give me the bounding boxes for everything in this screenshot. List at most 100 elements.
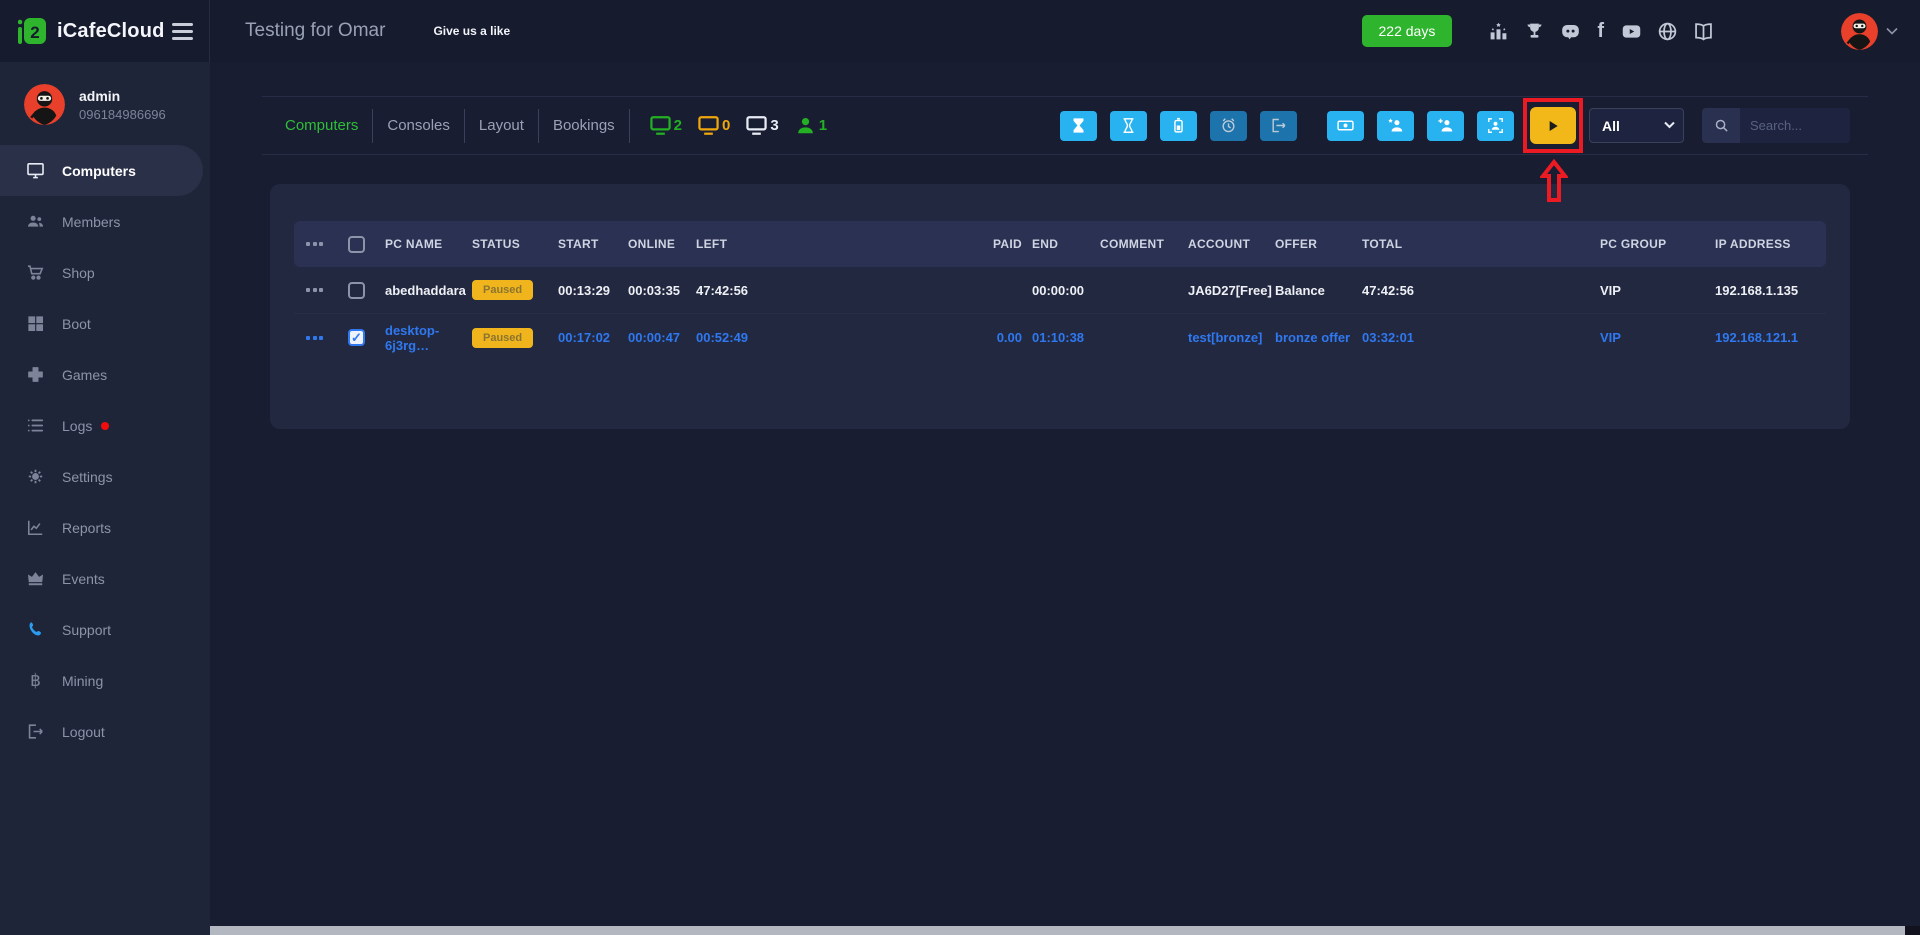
sidebar-item-games[interactable]: Games — [0, 349, 210, 400]
hamburger-menu-icon[interactable] — [172, 19, 193, 44]
header-total[interactable]: TOTAL — [1362, 237, 1600, 251]
youtube-icon[interactable] — [1621, 21, 1642, 42]
sidebar-item-mining[interactable]: ฿ Mining — [0, 655, 210, 706]
account[interactable]: JA6D27[Free] — [1188, 283, 1275, 298]
header-left[interactable]: LEFT — [696, 237, 896, 251]
header-pc-name[interactable]: PC NAME — [385, 237, 472, 251]
sidebar-item-events[interactable]: Events — [0, 553, 210, 604]
globe-icon[interactable] — [1657, 21, 1678, 42]
header-comment[interactable]: COMMENT — [1100, 237, 1188, 251]
tab-bookings[interactable]: Bookings — [539, 117, 629, 134]
header-start[interactable]: START — [558, 237, 628, 251]
row-checkbox[interactable]: ✓ — [348, 329, 365, 346]
row-actions-icon[interactable] — [306, 288, 326, 292]
manual-icon[interactable] — [1693, 21, 1714, 42]
row-actions-icon[interactable] — [306, 335, 326, 340]
search-icon — [1715, 119, 1728, 132]
list-icon — [27, 419, 44, 432]
left-time: 00:52:49 — [696, 330, 749, 345]
sidebar-item-shop[interactable]: Shop — [0, 247, 210, 298]
discord-icon[interactable] — [1560, 21, 1581, 42]
header-end[interactable]: END — [1032, 237, 1100, 251]
horizontal-scrollbar[interactable] — [0, 926, 1920, 935]
cart-icon — [27, 265, 44, 280]
counter-pcs-offline: 3 — [746, 116, 779, 135]
search-icon-button[interactable] — [1702, 108, 1740, 143]
status-badge: Paused — [472, 327, 534, 348]
logout-pc-button[interactable] — [1260, 110, 1297, 141]
sidebar-item-settings[interactable]: Settings — [0, 451, 210, 502]
header-online[interactable]: ONLINE — [628, 237, 696, 251]
trophy-icon[interactable] — [1524, 21, 1545, 42]
monitor-icon — [698, 116, 719, 135]
add-time-button[interactable] — [1110, 110, 1147, 141]
row-actions-icon[interactable] — [306, 242, 326, 246]
user-avatar[interactable] — [24, 84, 65, 125]
sidebar-item-reports[interactable]: Reports — [0, 502, 210, 553]
header-paid[interactable]: PAID — [896, 237, 1022, 251]
sidebar-item-boot[interactable]: Boot — [0, 298, 210, 349]
offer[interactable]: bronze offer — [1275, 330, 1362, 345]
table-header-row: PC NAME STATUS START ONLINE LEFT PAID EN… — [294, 221, 1826, 267]
tab-computers[interactable]: Computers — [285, 117, 372, 134]
scan-account-icon — [1488, 118, 1503, 133]
select-all-checkbox[interactable] — [348, 235, 365, 253]
sidebar-item-logout[interactable]: Logout — [0, 706, 210, 757]
monitor-icon — [746, 116, 768, 135]
logout-icon — [28, 724, 43, 739]
pc-group: VIP — [1600, 330, 1621, 345]
ranking-icon[interactable] — [1488, 21, 1509, 42]
start-pc-button[interactable] — [1530, 107, 1576, 144]
tab-consoles[interactable]: Consoles — [373, 117, 464, 134]
sidebar: admin 096184986696 Computers Members Sho… — [0, 62, 210, 935]
notification-dot — [101, 421, 110, 430]
member-login-button[interactable] — [1427, 110, 1464, 141]
scrollbar-thumb[interactable] — [0, 926, 1905, 935]
pause-time-button[interactable] — [1060, 110, 1097, 141]
action-buttons: All — [1047, 98, 1850, 202]
tab-layout[interactable]: Layout — [465, 117, 538, 134]
start-time: 00:17:02 — [558, 330, 611, 345]
facebook-icon[interactable]: f — [1597, 20, 1604, 42]
left-time: 47:42:56 — [696, 282, 749, 298]
sidebar-item-members[interactable]: Members — [0, 196, 210, 247]
header-account[interactable]: ACCOUNT — [1188, 237, 1275, 251]
row-checkbox[interactable]: ✓ — [348, 281, 365, 299]
monitor-icon — [27, 162, 44, 179]
cash-payment-button[interactable] — [1327, 110, 1364, 141]
sidebar-item-support[interactable]: Support — [0, 604, 210, 655]
sidebar-item-logs[interactable]: Logs — [0, 400, 210, 451]
header-ip-address[interactable]: IP ADDRESS — [1715, 237, 1826, 251]
scan-account-button[interactable] — [1477, 110, 1514, 141]
hourglass-outline-icon — [1123, 118, 1134, 133]
paid-amount: 0.00 — [996, 330, 1022, 345]
pc-name[interactable]: desktop-6j3rg… — [385, 323, 472, 353]
avatar — [1841, 12, 1878, 50]
pc-group-filter[interactable]: All — [1589, 108, 1684, 143]
timer-button[interactable] — [1210, 110, 1247, 141]
battery-button[interactable] — [1160, 110, 1197, 141]
play-icon — [1549, 120, 1558, 131]
header-status[interactable]: STATUS — [472, 237, 558, 251]
guest-login-button[interactable] — [1377, 110, 1414, 141]
online-time: 00:03:35 — [628, 282, 681, 298]
user-menu[interactable] — [1841, 12, 1898, 50]
header-offer[interactable]: OFFER — [1275, 237, 1362, 251]
license-days-badge[interactable]: 222 days — [1361, 15, 1453, 47]
member-icon — [797, 117, 813, 134]
status-badge: Paused — [472, 280, 534, 300]
pc-name[interactable]: abedhaddara — [385, 283, 472, 298]
search-input[interactable] — [1740, 108, 1850, 143]
table-row[interactable]: ✓ desktop-6j3rg… Paused 00:17:02 00:00:4… — [294, 314, 1826, 361]
table-row[interactable]: ✓ abedhaddara Paused 00:13:29 00:03:35 4… — [294, 267, 1826, 314]
ip-address: 192.168.1.135 — [1715, 282, 1799, 298]
account[interactable]: test[bronze] — [1188, 330, 1275, 345]
logo[interactable]: 2 iCafeCloud — [0, 0, 210, 62]
end-time: 00:00:00 — [1032, 282, 1085, 298]
header-pc-group[interactable]: PC GROUP — [1600, 237, 1715, 251]
sidebar-item-computers[interactable]: Computers — [0, 145, 203, 196]
user-phone: 096184986696 — [79, 106, 166, 122]
give-us-a-like-link[interactable]: Give us a like — [433, 24, 510, 38]
bitcoin-icon: ฿ — [30, 671, 41, 690]
start-pc-annotated — [1523, 98, 1583, 202]
